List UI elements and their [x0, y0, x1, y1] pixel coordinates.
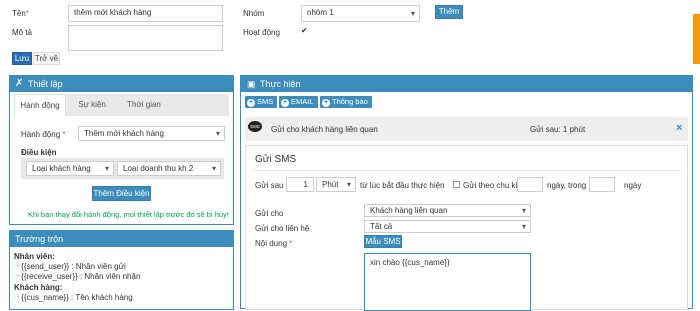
conditions-box: Loại khách hàng Loại doanh thu kh 2	[21, 158, 224, 179]
add-group-button[interactable]: Thêm	[435, 5, 463, 19]
field-send-user[interactable]: ☞{{send_user}} : Nhân viên gửi	[14, 262, 126, 271]
contact-select[interactable]: Tất cả	[364, 220, 531, 233]
within-label: trong	[568, 181, 587, 190]
conditions-label: Điều kiện	[21, 148, 57, 157]
send-after-label: Gửi sau	[255, 181, 284, 190]
staff-heading: Nhân viên:	[14, 252, 55, 261]
group-label: Nhóm	[243, 9, 265, 18]
customer-heading: Khách hàng:	[14, 283, 63, 292]
sms-form-heading: Gửi SMS	[255, 154, 297, 165]
setup-panel-title: Thiết lập	[28, 79, 63, 89]
setup-tabs: Hành động Sự kiện Thời gian	[14, 94, 229, 116]
channel-chips: + SMS + EMAIL + Thông báo	[241, 92, 692, 114]
plus-icon: +	[247, 99, 255, 107]
content-textarea[interactable]: xin chào {{cus_name}}	[364, 253, 531, 311]
execution-panel-title: Thực hiện	[260, 79, 301, 89]
from-start-label: từ lúc bắt đầu thực hiện	[360, 181, 445, 190]
condition-customer-type-select[interactable]: Loại khách hàng	[26, 161, 114, 176]
plus-icon: +	[322, 99, 330, 107]
send-after-unit-select[interactable]: Phút	[316, 177, 356, 192]
wrench-icon: ✗	[15, 78, 24, 89]
tab-event[interactable]: Sự kiện	[66, 94, 118, 116]
group-select[interactable]: nhóm 1	[301, 5, 420, 22]
add-condition-button[interactable]: Thêm Điều kiện	[92, 186, 151, 201]
action-list-item[interactable]: SMS Gửi cho khách hàng liên quan Gửi sau…	[245, 117, 688, 141]
add-notification-button[interactable]: + Thông báo	[320, 96, 372, 108]
description-textarea[interactable]	[68, 25, 223, 51]
period-input[interactable]	[517, 177, 543, 192]
sms-bubble-icon: SMS	[248, 121, 262, 132]
warning-text: Khi bạn thay đổi hành động, mọi thiết lậ…	[28, 210, 229, 219]
periodic-checkbox[interactable]	[453, 181, 460, 188]
condition-revenue-type-select[interactable]: Loại doanh thu kh 2	[117, 161, 221, 176]
setup-panel: ✗ Thiết lập Hành động Sự kiện Thời gian …	[9, 75, 234, 225]
name-label: Tên*	[12, 9, 29, 18]
action-label: Hành động *	[21, 130, 66, 139]
save-button[interactable]: Lưu	[12, 52, 32, 65]
tab-time[interactable]: Thời gian	[118, 94, 170, 116]
plus-icon: +	[281, 99, 289, 107]
days-label: ngày,	[547, 181, 566, 190]
execution-panel: ▣ Thực hiện + SMS + EMAIL + Thông báo SMS G…	[240, 75, 693, 311]
field-receive-user[interactable]: ☞{{receive_user}} : Nhân viên nhận	[14, 272, 140, 281]
action-select[interactable]: Thêm mới khách hàng	[78, 126, 225, 141]
days2-label: ngày	[624, 181, 642, 190]
active-checkbox[interactable]: ✔	[301, 26, 308, 35]
add-sms-button[interactable]: + SMS	[245, 96, 278, 108]
send-to-select[interactable]: Khách hàng liên quan	[364, 204, 531, 217]
periodic-label: Gửi theo chu kì	[463, 181, 518, 190]
field-cus-name[interactable]: ☞{{cus_name}} : Tên khách hàng	[14, 293, 133, 302]
add-email-button[interactable]: + EMAIL	[279, 96, 318, 108]
back-button[interactable]: Trở về	[33, 52, 60, 65]
send-to-label: Gửi cho	[255, 209, 284, 218]
name-input[interactable]: thêm mới khách hàng	[68, 5, 223, 22]
list-item-title: Gửi cho khách hàng liên quan	[271, 125, 378, 134]
list-item-delay: Gửi sau: 1 phút	[530, 125, 586, 134]
active-label: Hoạt động	[243, 28, 280, 37]
sms-form-box: Gửi SMS Gửi sau 1 Phút từ lúc bắt đầu th…	[245, 145, 688, 311]
list-icon: ▣	[247, 79, 256, 89]
sms-form-divider	[253, 170, 681, 171]
tab-action[interactable]: Hành động	[14, 94, 66, 116]
merge-fields-header: Trường trộn	[10, 231, 233, 247]
setup-panel-header: ✗ Thiết lập	[10, 76, 233, 92]
merge-fields-panel: Trường trộn Nhân viên: ☞{{send_user}} : …	[9, 230, 234, 310]
feedback-side-tab[interactable]	[693, 14, 700, 64]
contact-label: Gửi cho liên hệ	[255, 224, 310, 233]
send-after-input[interactable]: 1	[286, 177, 314, 192]
description-label: Mô tả	[12, 28, 33, 37]
content-label: Nội dung *	[255, 239, 293, 248]
execution-panel-header: ▣ Thực hiện	[241, 76, 692, 92]
remove-item-icon[interactable]: ×	[676, 122, 682, 134]
merge-fields-title: Trường trộn	[15, 234, 64, 244]
sms-template-button[interactable]: Mẫu SMS	[364, 235, 402, 248]
within-input[interactable]	[589, 177, 615, 192]
